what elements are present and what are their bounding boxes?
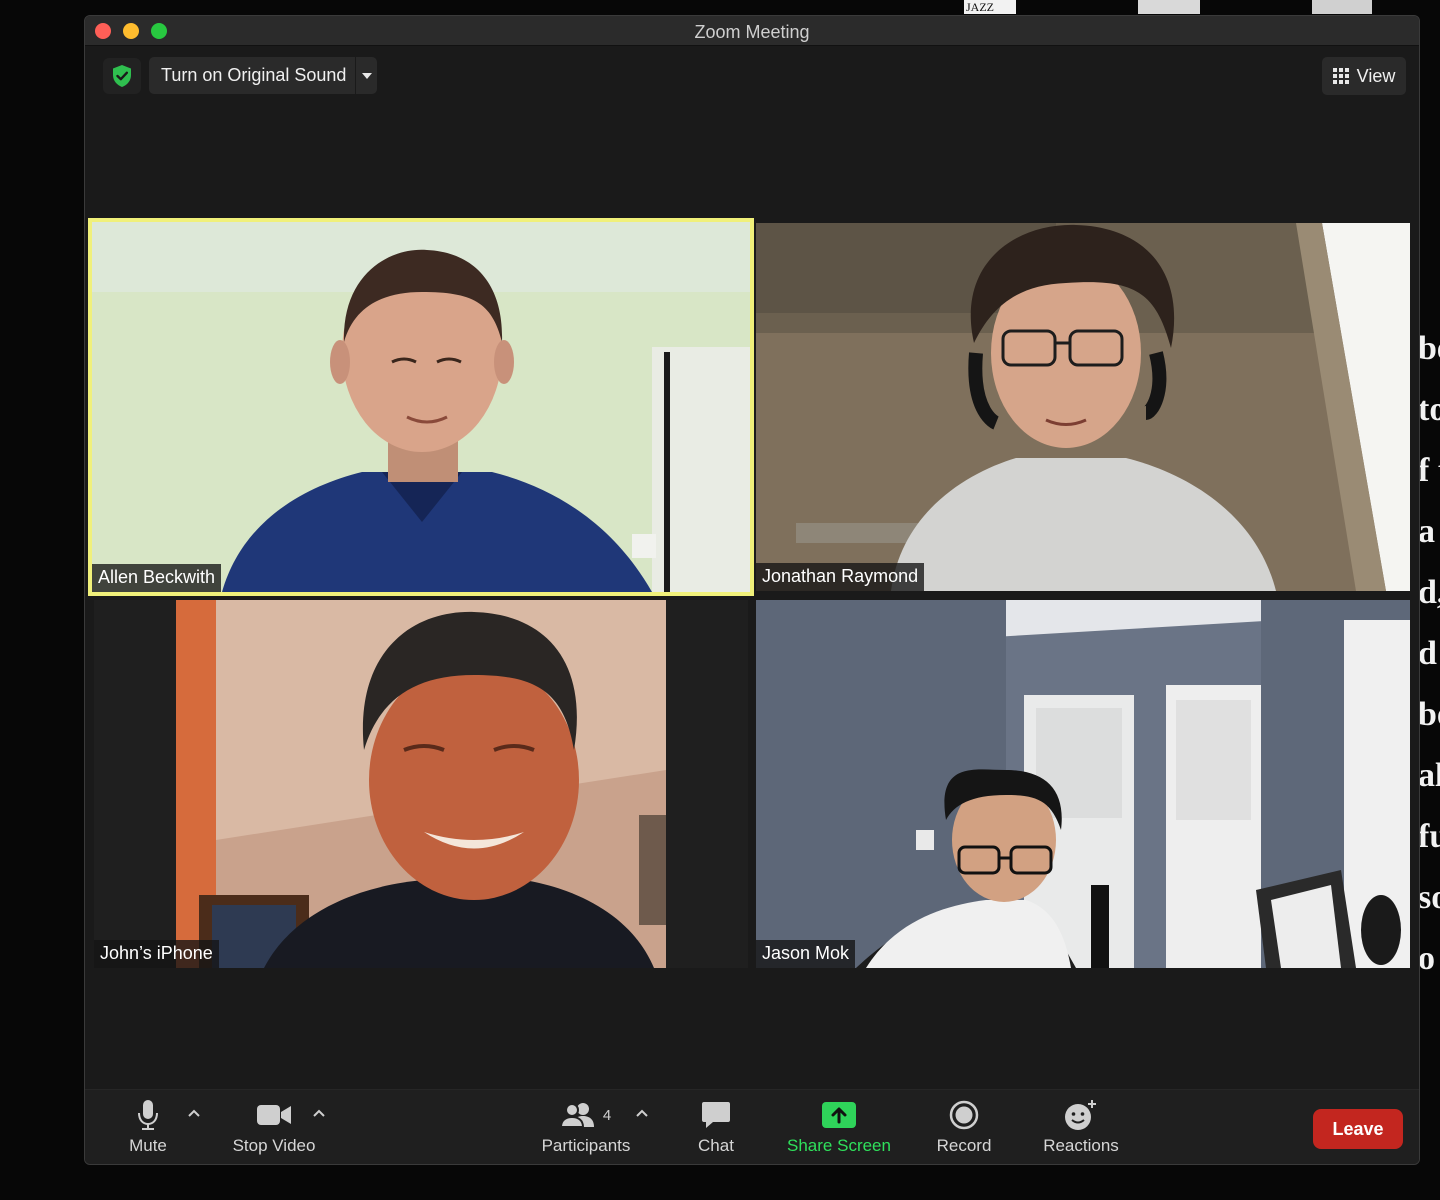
participant-video-feed xyxy=(756,223,1410,591)
participant-video-feed xyxy=(756,600,1410,968)
share-screen-button[interactable]: Share Screen xyxy=(785,1098,893,1158)
mute-button[interactable]: Mute xyxy=(125,1098,171,1158)
video-camera-icon xyxy=(256,1098,292,1132)
security-shield-icon[interactable] xyxy=(103,58,141,94)
participant-video-tile[interactable]: John’s iPhone xyxy=(94,600,748,968)
original-sound-label: Turn on Original Sound xyxy=(161,65,347,85)
participants-button[interactable]: 4 Participants xyxy=(536,1098,636,1158)
zoom-meeting-window: Zoom Meeting Turn on Original Sound View… xyxy=(84,15,1420,1165)
stop-video-label: Stop Video xyxy=(232,1136,316,1155)
desktop-background-text: be to f t a d, d bo al fu so o xyxy=(1418,330,1440,977)
record-button[interactable]: Record xyxy=(933,1098,995,1158)
chevron-down-icon[interactable] xyxy=(355,57,377,94)
participant-video-tile[interactable]: Jonathan Raymond xyxy=(756,223,1410,591)
window-title: Zoom Meeting xyxy=(694,22,810,42)
view-label: View xyxy=(1356,65,1396,86)
mute-label: Mute xyxy=(129,1136,167,1155)
desktop-image-fragment: JAZZ TIM xyxy=(964,0,1016,28)
reaction-smiley-plus-icon xyxy=(1064,1098,1098,1132)
stop-video-button[interactable]: Stop Video xyxy=(227,1098,321,1158)
meeting-controls-toolbar: Mute Stop Video 4 Participants Chat Shar… xyxy=(85,1089,1419,1164)
microphone-icon xyxy=(137,1098,159,1132)
reactions-button[interactable]: Reactions xyxy=(1039,1098,1123,1158)
record-icon xyxy=(949,1098,979,1132)
participant-video-tile[interactable]: Jason Mok xyxy=(756,600,1410,968)
chat-label: Chat xyxy=(698,1136,734,1155)
chevron-up-icon[interactable] xyxy=(635,1106,649,1120)
participants-count: 4 xyxy=(602,1106,612,1124)
share-screen-icon xyxy=(822,1098,856,1132)
title-bar[interactable]: Zoom Meeting xyxy=(85,16,1419,46)
reactions-label: Reactions xyxy=(1043,1136,1119,1155)
chevron-up-icon[interactable] xyxy=(312,1106,326,1120)
view-button[interactable]: View xyxy=(1322,57,1406,95)
chat-bubble-icon xyxy=(701,1098,731,1132)
desktop-image-fragment xyxy=(1312,0,1372,14)
participants-label: Participants xyxy=(541,1136,631,1155)
participant-video-feed xyxy=(94,600,748,968)
participant-name-label: Allen Beckwith xyxy=(92,564,222,592)
share-screen-label: Share Screen xyxy=(787,1136,891,1155)
participant-video-tile-active[interactable]: Allen Beckwith xyxy=(88,218,754,596)
original-sound-button[interactable]: Turn on Original Sound xyxy=(149,57,377,94)
chat-button[interactable]: Chat xyxy=(691,1098,741,1158)
participant-name-label: John’s iPhone xyxy=(94,940,219,968)
participant-name-label: Jason Mok xyxy=(756,940,856,968)
record-label: Record xyxy=(936,1136,992,1155)
desktop-image-fragment xyxy=(1138,0,1200,14)
meeting-top-bar: Turn on Original Sound View xyxy=(85,56,1419,96)
grid-icon xyxy=(1332,68,1349,84)
leave-meeting-button[interactable]: Leave xyxy=(1313,1109,1403,1149)
participant-name-label: Jonathan Raymond xyxy=(756,563,925,591)
participant-video-feed xyxy=(92,222,750,592)
participants-icon: 4 xyxy=(560,1098,612,1132)
chevron-up-icon[interactable] xyxy=(187,1106,201,1120)
